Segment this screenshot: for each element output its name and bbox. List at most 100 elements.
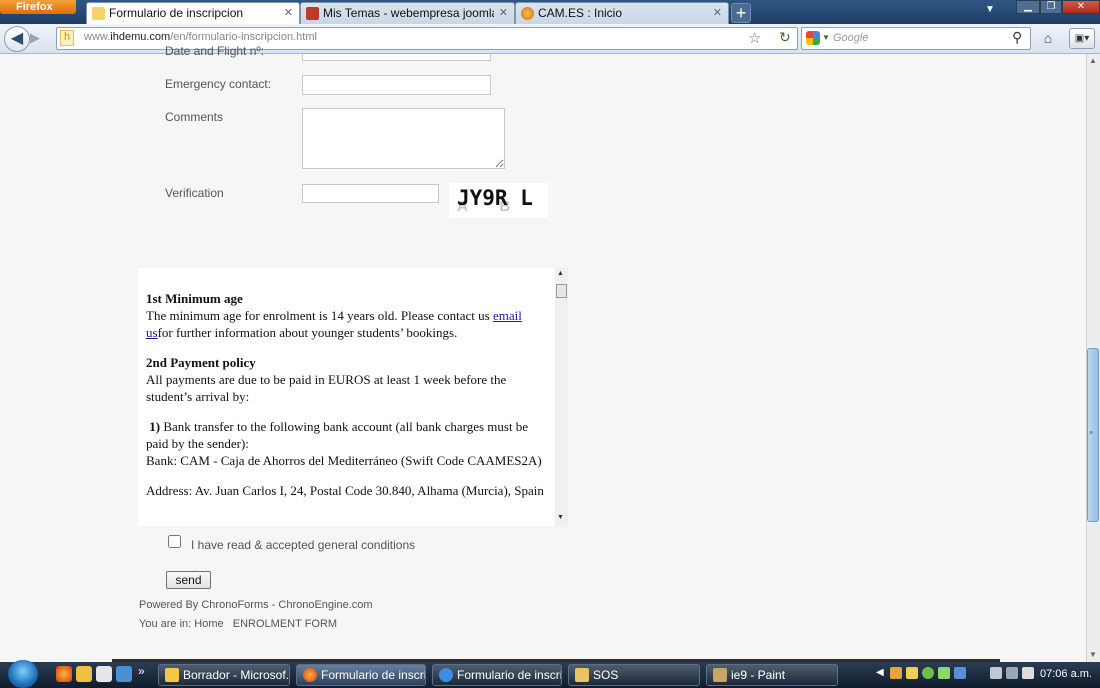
volume-icon[interactable] (1022, 667, 1034, 679)
horizontal-scrollbar[interactable] (112, 659, 1000, 662)
verification-label: Verification (165, 186, 224, 200)
firefox-quicklaunch-icon[interactable] (56, 666, 72, 682)
minimum-age-text: The minimum age for enrolment is 14 year… (146, 308, 493, 323)
quicklaunch-icon[interactable] (76, 666, 92, 682)
scroll-up-icon[interactable]: ▲ (1086, 54, 1100, 68)
breadcrumb: You are in: Home ENROLMENT FORM (139, 618, 337, 630)
addon-bar-icon[interactable]: ▣▾ (1069, 28, 1095, 49)
site-identity-icon[interactable]: h (60, 30, 74, 46)
quicklaunch-icon[interactable] (96, 666, 112, 682)
tab-formulario[interactable]: Formulario de inscripcion ✕ (86, 2, 300, 25)
captcha-text: JY9R L (457, 186, 533, 210)
taskbar-clock[interactable]: 07:06 a.m. (1040, 668, 1092, 680)
minimize-icon[interactable]: ▁ (1016, 0, 1040, 14)
firefox-menu-button[interactable]: Firefox (0, 0, 76, 14)
forward-button[interactable]: ▶ (30, 30, 40, 46)
terms-content: 1st Minimum age The minimum age for enro… (146, 290, 546, 512)
minimum-age-heading: 1st Minimum age (146, 291, 243, 306)
payment-heading: 2nd Payment policy (146, 355, 256, 370)
scroll-up-icon[interactable]: ▲ (557, 270, 564, 277)
payment-text: All payments are due to be paid in EUROS… (146, 372, 507, 404)
terms-scrollbar[interactable] (555, 268, 568, 526)
folder-icon (575, 668, 589, 682)
webempresa-favicon-icon (306, 7, 319, 20)
send-button[interactable]: send (166, 571, 211, 589)
conditions-label: I have read & accepted general condition… (191, 538, 416, 552)
paint-icon (713, 668, 727, 682)
new-tab-button[interactable]: + (731, 3, 751, 23)
bank-transfer-text: Bank transfer to the following bank acco… (146, 419, 529, 451)
back-button[interactable]: ◀ (4, 26, 30, 52)
close-tab-icon[interactable]: ✕ (284, 3, 293, 23)
tray-app-icon[interactable] (890, 667, 902, 679)
tray-app-icon[interactable] (906, 667, 918, 679)
tray-security-icon[interactable] (922, 667, 934, 679)
taskbar-item-sos[interactable]: SOS (568, 664, 700, 686)
taskbar-item-label: Formulario de inscri... (321, 668, 426, 682)
url-text[interactable]: www.ihdemu.com/en/formulario-inscripcion… (84, 31, 317, 43)
tray-app-icon[interactable] (938, 667, 950, 679)
tab-title: Mis Temas - webempresa joomla - H... (323, 6, 494, 20)
tray-app-icon[interactable] (954, 667, 966, 679)
address-text: Address: Av. Juan Carlos I, 24, Postal C… (146, 483, 544, 498)
comments-field[interactable] (302, 108, 505, 169)
powered-by-text: Powered By ChronoForms - ChronoEngine.co… (139, 599, 373, 611)
url-path: /en/formulario-inscripcion.html (170, 31, 317, 43)
captcha-image: A B X JY9R L (449, 183, 548, 218)
flight-label: Date and Flight nº: (165, 44, 265, 58)
bank-transfer-section: 1) Bank transfer to the following bank a… (146, 418, 546, 469)
bookmark-star-icon[interactable]: ☆ (748, 29, 761, 47)
tab-title: CAM.ES : Inicio (538, 6, 623, 20)
taskbar-item-borrador[interactable]: Borrador - Microsof... (158, 664, 290, 686)
tab-cam[interactable]: CAM.ES : Inicio ✕ (515, 2, 729, 24)
taskbar-item-label: Formulario de inscri... (457, 668, 562, 682)
breadcrumb-current: ENROLMENT FORM (232, 618, 338, 630)
grip-icon: ≡ (1089, 430, 1094, 437)
emergency-contact-field[interactable] (302, 75, 491, 95)
chevron-down-icon[interactable]: ▼ (822, 33, 830, 42)
tab-title: Formulario de inscripcion (109, 6, 244, 20)
taskbar-item-label: Borrador - Microsof... (183, 668, 290, 682)
cam-favicon-icon (521, 7, 534, 20)
taskbar-item-ie[interactable]: Formulario de inscri... (432, 664, 562, 686)
taskbar-item-paint[interactable]: ie9 - Paint (706, 664, 838, 686)
home-icon[interactable]: ⌂ (1037, 28, 1059, 49)
flight-field[interactable] (302, 54, 491, 61)
breadcrumb-home[interactable]: Home (194, 618, 223, 630)
overflow-chevron-icon[interactable]: » (138, 664, 145, 678)
emergency-label: Emergency contact: (165, 77, 272, 91)
url-domain: ihdemu.com (110, 31, 171, 43)
comments-label: Comments (165, 110, 224, 124)
taskbar-item-label: SOS (593, 668, 619, 682)
internet-explorer-icon (439, 668, 453, 682)
search-icon[interactable]: ⚲ (1012, 29, 1022, 46)
restore-icon[interactable]: ❐ (1040, 0, 1062, 14)
terms-scroll-box[interactable]: 1st Minimum age The minimum age for enro… (138, 268, 568, 526)
google-icon[interactable] (806, 31, 820, 45)
close-tab-icon[interactable]: ✕ (499, 3, 508, 23)
minimum-age-section: 1st Minimum age The minimum age for enro… (146, 290, 546, 341)
terms-scroll-thumb[interactable] (556, 284, 567, 298)
scroll-down-icon[interactable]: ▼ (1086, 648, 1100, 662)
address-section: Address: Av. Juan Carlos I, 24, Postal C… (146, 482, 546, 499)
search-placeholder: Google (833, 32, 869, 44)
taskbar-item-firefox[interactable]: Formulario de inscri... (296, 664, 426, 686)
close-window-icon[interactable]: ✕ (1062, 0, 1100, 14)
network-icon[interactable] (1006, 667, 1018, 679)
site-favicon-icon (92, 7, 105, 20)
scroll-down-icon[interactable]: ▼ (557, 514, 564, 521)
reload-icon[interactable]: ↻ (779, 29, 791, 46)
minimum-age-text-after: for further information about younger st… (157, 325, 458, 340)
conditions-checkbox[interactable] (168, 535, 181, 548)
tab-mis-temas[interactable]: Mis Temas - webempresa joomla - H... ✕ (300, 2, 515, 24)
tray-chevron-icon[interactable]: ◀ (876, 667, 884, 678)
start-button[interactable] (8, 660, 38, 688)
verification-field[interactable] (302, 184, 439, 203)
show-desktop-icon[interactable] (116, 666, 132, 682)
tray-app-icon[interactable] (990, 667, 1002, 679)
bank-name-text: Bank: CAM - Caja de Ahorros del Mediterr… (146, 453, 542, 468)
list-all-tabs-icon[interactable]: ▼ (985, 4, 995, 15)
bank-transfer-number: 1) (149, 419, 161, 434)
taskbar-item-label: ie9 - Paint (731, 668, 786, 682)
close-tab-icon[interactable]: ✕ (713, 3, 722, 23)
